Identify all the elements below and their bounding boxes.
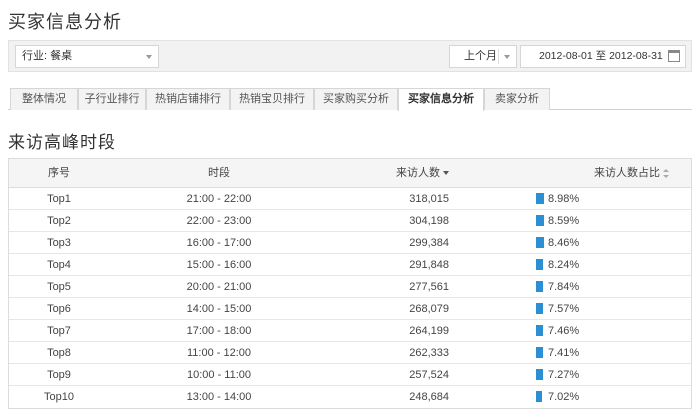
header-visitors-label: 来访人数 (396, 167, 440, 179)
tab-buyer-info-analysis[interactable]: 买家信息分析 (398, 88, 484, 111)
period-value: 上个月 (464, 50, 497, 62)
cell-rank: Top2 (47, 215, 71, 227)
cell-visitors: 318,015 (409, 193, 449, 205)
page: 买家信息分析 行业: 餐桌 上个月 2012-08-01 至 2012-08-3… (0, 0, 700, 416)
ratio-bar (536, 369, 543, 380)
ratio-bar (536, 193, 544, 204)
tab-hot-shops-ranking[interactable]: 热销店铺排行 (146, 88, 230, 110)
cell-time: 21:00 - 22:00 (186, 193, 252, 205)
ratio-value: 7.57% (548, 303, 580, 315)
cell-visitors: 268,079 (409, 303, 449, 315)
tab-hot-items-ranking[interactable]: 热销宝贝排行 (230, 88, 314, 110)
header-rank: 序号 (48, 167, 70, 179)
sort-desc-icon (443, 171, 449, 176)
date-separator: 至 (595, 50, 607, 62)
industry-label: 行业: (22, 50, 48, 62)
cell-rank: Top5 (47, 281, 71, 293)
cell-rank: Top1 (47, 193, 71, 205)
table-row: Top10 13:00 - 14:00 248,684 7.02% (9, 386, 691, 408)
cell-visitors: 304,198 (409, 215, 449, 227)
ratio-bar (536, 215, 544, 226)
header-visitors[interactable]: 来访人数 (339, 159, 449, 188)
header-time: 时段 (208, 167, 230, 179)
ratio-value: 7.46% (548, 325, 580, 337)
tab-overview[interactable]: 整体情况 (10, 88, 78, 110)
cell-visitors: 262,333 (409, 347, 449, 359)
ratio-bar (536, 325, 543, 336)
date-range-picker[interactable]: 2012-08-01 至 2012-08-31 (520, 45, 686, 68)
cell-rank: Top10 (44, 391, 74, 403)
table-header: 序号 时段 来访人数 来访人数占比 (9, 159, 691, 188)
ratio-bar (536, 303, 543, 314)
ratio-value: 7.02% (548, 391, 580, 403)
ratio-value: 8.59% (548, 215, 580, 227)
industry-value: 餐桌 (50, 50, 73, 62)
cell-time: 15:00 - 16:00 (186, 259, 252, 271)
cell-rank: Top9 (47, 369, 71, 381)
cell-rank: Top7 (47, 325, 71, 337)
tab-seller-analysis[interactable]: 卖家分析 (484, 88, 550, 110)
ratio-value: 8.98% (548, 193, 580, 205)
cell-rank: Top8 (47, 347, 71, 359)
ratio-value: 7.27% (548, 369, 580, 381)
tab-bar: 整体情况 子行业排行 热销店铺排行 热销宝贝排行 买家购买分析 买家信息分析 卖… (8, 88, 692, 111)
cell-rank: Top4 (47, 259, 71, 271)
filter-bar: 行业: 餐桌 上个月 2012-08-01 至 2012-08-31 (8, 40, 692, 72)
cell-time: 22:00 - 23:00 (186, 215, 252, 227)
divider (498, 49, 499, 64)
peak-hours-table: 序号 时段 来访人数 来访人数占比 Top1 21:00 - 22:00 318,0… (8, 158, 692, 409)
industry-select[interactable]: 行业: 餐桌 (15, 45, 159, 68)
cell-visitors: 264,199 (409, 325, 449, 337)
header-ratio[interactable]: 来访人数占比 (529, 159, 669, 188)
period-select[interactable]: 上个月 (449, 45, 517, 68)
cell-time: 11:00 - 12:00 (186, 347, 251, 359)
cell-visitors: 277,561 (409, 281, 449, 293)
ratio-value: 8.24% (548, 259, 580, 271)
table-row: Top8 11:00 - 12:00 262,333 7.41% (9, 342, 691, 364)
ratio-value: 7.84% (548, 281, 580, 293)
date-start: 2012-08-01 (539, 50, 593, 62)
cell-visitors: 291,848 (409, 259, 449, 271)
table-row: Top6 14:00 - 15:00 268,079 7.57% (9, 298, 691, 320)
cell-visitors: 257,524 (409, 369, 449, 381)
table-row: Top2 22:00 - 23:00 304,198 8.59% (9, 210, 691, 232)
sort-icon (663, 168, 669, 178)
tab-buyer-purchase-analysis[interactable]: 买家购买分析 (314, 88, 398, 110)
table-row: Top1 21:00 - 22:00 318,015 8.98% (9, 188, 691, 210)
table-row: Top7 17:00 - 18:00 264,199 7.46% (9, 320, 691, 342)
cell-time: 14:00 - 15:00 (186, 303, 252, 315)
calendar-icon[interactable] (668, 50, 680, 62)
page-title: 买家信息分析 (8, 12, 122, 32)
cell-time: 16:00 - 17:00 (186, 237, 252, 249)
chevron-down-icon (504, 55, 510, 59)
cell-visitors: 299,384 (409, 237, 449, 249)
cell-time: 20:00 - 21:00 (186, 281, 252, 293)
ratio-value: 7.41% (548, 347, 580, 359)
cell-time: 10:00 - 11:00 (186, 369, 251, 381)
table-row: Top4 15:00 - 16:00 291,848 8.24% (9, 254, 691, 276)
table-row: Top9 10:00 - 11:00 257,524 7.27% (9, 364, 691, 386)
ratio-bar (536, 237, 544, 248)
header-ratio-label: 来访人数占比 (594, 167, 660, 179)
ratio-bar (536, 347, 543, 358)
cell-visitors: 248,684 (409, 391, 449, 403)
section-title: 来访高峰时段 (8, 133, 116, 152)
cell-rank: Top6 (47, 303, 71, 315)
tab-sub-industry-ranking[interactable]: 子行业排行 (78, 88, 146, 110)
table-body: Top1 21:00 - 22:00 318,015 8.98% Top2 22:00 -… (9, 188, 691, 408)
ratio-value: 8.46% (548, 237, 580, 249)
cell-time: 17:00 - 18:00 (186, 325, 252, 337)
date-end: 2012-08-31 (609, 50, 663, 62)
chevron-down-icon (146, 55, 152, 59)
cell-rank: Top3 (47, 237, 71, 249)
ratio-bar (536, 281, 543, 292)
cell-time: 13:00 - 14:00 (186, 391, 252, 403)
table-row: Top3 16:00 - 17:00 299,384 8.46% (9, 232, 691, 254)
ratio-bar (536, 259, 543, 270)
table-row: Top5 20:00 - 21:00 277,561 7.84% (9, 276, 691, 298)
ratio-bar (536, 391, 542, 402)
